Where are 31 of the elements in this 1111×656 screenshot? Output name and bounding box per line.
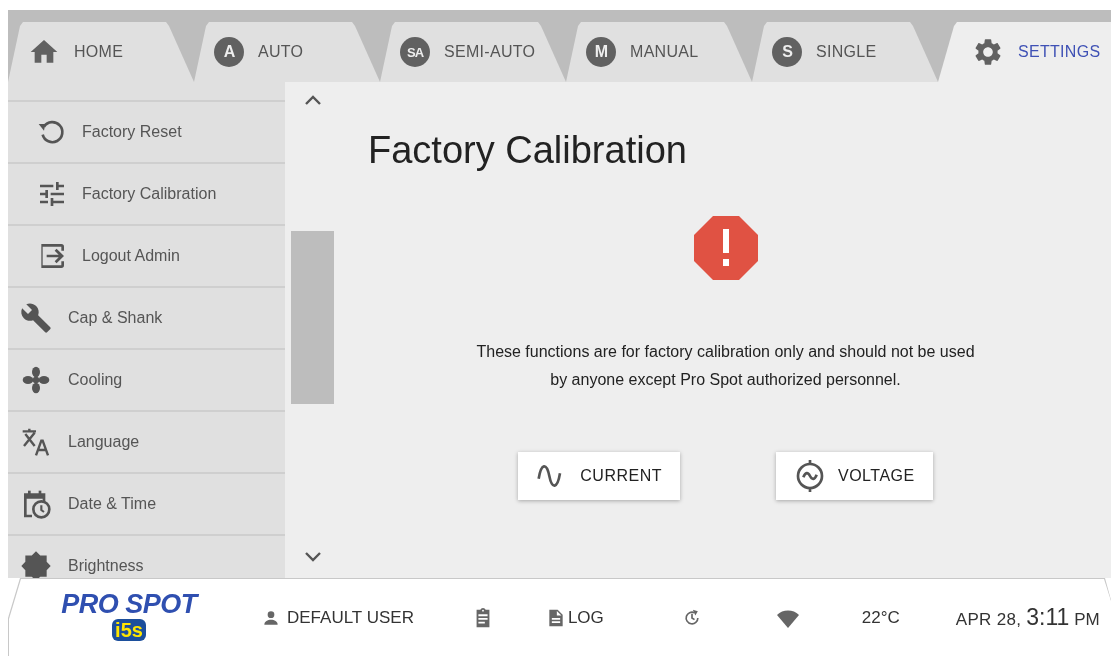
tab[interactable]: SETTINGS bbox=[938, 22, 1111, 82]
voltage-icon bbox=[794, 460, 826, 492]
clock-time: 3:11 bbox=[1026, 604, 1070, 631]
tab[interactable]: M MANUAL bbox=[566, 22, 752, 82]
chevron-down-icon bbox=[303, 551, 322, 563]
brightness-icon bbox=[20, 550, 52, 578]
tab[interactable]: S SINGLE bbox=[752, 22, 938, 82]
user-name[interactable]: DEFAULT USER bbox=[287, 607, 414, 628]
warning-icon bbox=[693, 216, 758, 280]
scrollbar-thumb[interactable] bbox=[291, 231, 334, 404]
time-period: PM bbox=[1074, 610, 1100, 630]
translate-icon bbox=[20, 426, 52, 458]
page-title: Factory Calibration bbox=[368, 128, 687, 173]
chevron-up-icon bbox=[303, 94, 322, 106]
brand-logo: PRO SPOT bbox=[61, 588, 197, 619]
date: APR 28, bbox=[955, 610, 1022, 630]
temperature: 22°C bbox=[861, 607, 900, 628]
tab[interactable]: A AUTO bbox=[194, 22, 380, 82]
mode-badge: S bbox=[772, 37, 802, 67]
calibration-button[interactable]: VOLTAGE bbox=[776, 452, 933, 500]
warning-message: These functions are for factory calibration only and should not be used by anyone except Pro Spot authorized personnel. bbox=[475, 342, 976, 390]
tab[interactable]: HOME bbox=[8, 22, 194, 82]
log-button[interactable]: LOG bbox=[545, 607, 604, 628]
fan-icon bbox=[20, 364, 52, 396]
wrench-icon bbox=[20, 302, 52, 334]
mode-badge: SA bbox=[400, 37, 430, 67]
model-logo: i5s bbox=[112, 618, 146, 641]
mode-badge: A bbox=[214, 37, 244, 67]
tab[interactable]: SA SEMI-AUTO bbox=[380, 22, 566, 82]
calibration-button[interactable]: CURRENT bbox=[518, 452, 680, 500]
mode-badge: M bbox=[586, 37, 616, 67]
